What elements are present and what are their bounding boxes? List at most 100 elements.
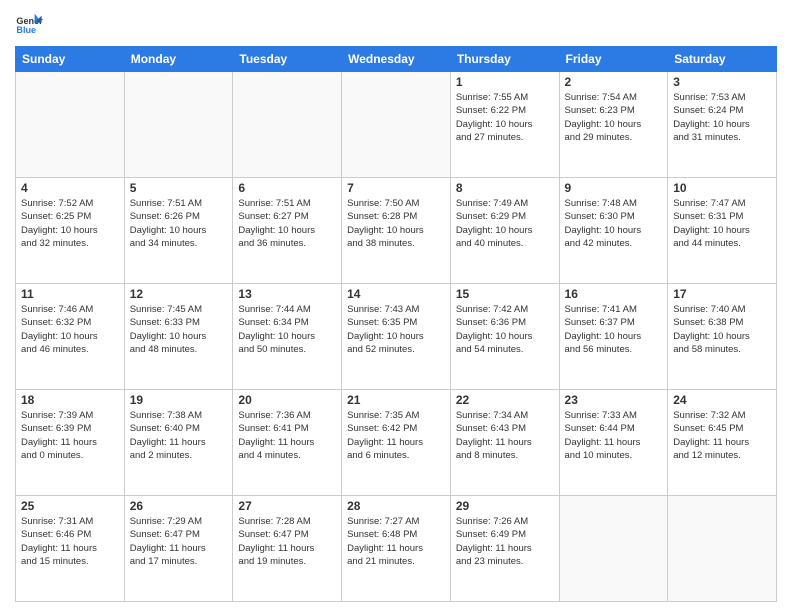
- calendar-cell: 27Sunrise: 7:28 AM Sunset: 6:47 PM Dayli…: [233, 496, 342, 602]
- day-info: Sunrise: 7:33 AM Sunset: 6:44 PM Dayligh…: [565, 409, 663, 462]
- calendar-cell: 26 Sunrise: 7:29 AM Sunset: 6:47 PM Dayli…: [124, 496, 233, 602]
- day-info: Sunrise: 7:43 AM Sunset: 6:35 PM Dayligh…: [347, 303, 445, 356]
- day-info: Sunrise: 7:29 AM Sunset: 6:47 PM Dayligh…: [130, 515, 228, 568]
- day-number: 24: [673, 393, 771, 407]
- calendar-cell: 11Sunrise: 7:46 AM Sunset: 6:32 PM Dayli…: [16, 284, 125, 390]
- day-info: Sunrise: 7:49 AM Sunset: 6:29 PM Dayligh…: [456, 197, 554, 250]
- header-thursday: Thursday: [450, 47, 559, 72]
- day-number: 10: [673, 181, 771, 195]
- day-info: Sunrise: 7:42 AM Sunset: 6:36 PM Dayligh…: [456, 303, 554, 356]
- day-info: Sunrise: 7:47 AM Sunset: 6:31 PM Dayligh…: [673, 197, 771, 250]
- header-row: SundayMondayTuesdayWednesdayThursdayFrid…: [16, 47, 777, 72]
- calendar-cell: 25 Sunrise: 7:31 AM Sunset: 6:46 PM Dayli…: [16, 496, 125, 602]
- calendar-cell: 8 Sunrise: 7:49 AM Sunset: 6:29 PM Daylig…: [450, 178, 559, 284]
- calendar-header: SundayMondayTuesdayWednesdayThursdayFrid…: [16, 47, 777, 72]
- calendar-table: SundayMondayTuesdayWednesdayThursdayFrid…: [15, 46, 777, 602]
- day-number: 21: [347, 393, 445, 407]
- calendar-cell: [668, 496, 777, 602]
- day-number: 3: [673, 75, 771, 89]
- header-tuesday: Tuesday: [233, 47, 342, 72]
- day-info: Sunrise: 7:50 AM Sunset: 6:28 PM Dayligh…: [347, 197, 445, 250]
- calendar-cell: 28 Sunrise: 7:27 AM Sunset: 6:48 PM Dayli…: [342, 496, 451, 602]
- day-number: 6: [238, 181, 336, 195]
- day-number: 1: [456, 75, 554, 89]
- calendar-cell: 10 Sunrise: 7:47 AM Sunset: 6:31 PM Dayli…: [668, 178, 777, 284]
- day-number: 9: [565, 181, 663, 195]
- calendar-cell: 24 Sunrise: 7:32 AM Sunset: 6:45 PM Dayli…: [668, 390, 777, 496]
- day-number: 7: [347, 181, 445, 195]
- calendar-cell: [16, 72, 125, 178]
- day-number: 25: [21, 499, 119, 513]
- day-info: Sunrise: 7:26 AM Sunset: 6:49 PM Dayligh…: [456, 515, 554, 568]
- day-info: Sunrise: 7:55 AM Sunset: 6:22 PM Dayligh…: [456, 91, 554, 144]
- day-number: 4: [21, 181, 119, 195]
- calendar-cell: [124, 72, 233, 178]
- day-info: Sunrise: 7:28 AM Sunset: 6:47 PM Dayligh…: [238, 515, 336, 568]
- day-info: Sunrise: 7:34 AM Sunset: 6:43 PM Dayligh…: [456, 409, 554, 462]
- day-number: 16: [565, 287, 663, 301]
- header-saturday: Saturday: [668, 47, 777, 72]
- header-sunday: Sunday: [16, 47, 125, 72]
- header-friday: Friday: [559, 47, 668, 72]
- calendar-cell: [559, 496, 668, 602]
- calendar-cell: 7 Sunrise: 7:50 AM Sunset: 6:28 PM Daylig…: [342, 178, 451, 284]
- calendar-cell: 22Sunrise: 7:34 AM Sunset: 6:43 PM Dayli…: [450, 390, 559, 496]
- calendar-cell: 21 Sunrise: 7:35 AM Sunset: 6:42 PM Dayli…: [342, 390, 451, 496]
- calendar-body: 1 Sunrise: 7:55 AM Sunset: 6:22 PM Daylig…: [16, 72, 777, 602]
- calendar-cell: 23 Sunrise: 7:33 AM Sunset: 6:44 PM Dayli…: [559, 390, 668, 496]
- calendar-cell: 1 Sunrise: 7:55 AM Sunset: 6:22 PM Daylig…: [450, 72, 559, 178]
- day-number: 17: [673, 287, 771, 301]
- day-info: Sunrise: 7:54 AM Sunset: 6:23 PM Dayligh…: [565, 91, 663, 144]
- day-info: Sunrise: 7:52 AM Sunset: 6:25 PM Dayligh…: [21, 197, 119, 250]
- week-row-0: 1 Sunrise: 7:55 AM Sunset: 6:22 PM Daylig…: [16, 72, 777, 178]
- day-info: Sunrise: 7:51 AM Sunset: 6:26 PM Dayligh…: [130, 197, 228, 250]
- calendar-cell: 5 Sunrise: 7:51 AM Sunset: 6:26 PM Daylig…: [124, 178, 233, 284]
- day-info: Sunrise: 7:45 AM Sunset: 6:33 PM Dayligh…: [130, 303, 228, 356]
- day-info: Sunrise: 7:38 AM Sunset: 6:40 PM Dayligh…: [130, 409, 228, 462]
- calendar-cell: 9 Sunrise: 7:48 AM Sunset: 6:30 PM Daylig…: [559, 178, 668, 284]
- day-number: 19: [130, 393, 228, 407]
- day-info: Sunrise: 7:39 AM Sunset: 6:39 PM Dayligh…: [21, 409, 119, 462]
- day-info: Sunrise: 7:53 AM Sunset: 6:24 PM Dayligh…: [673, 91, 771, 144]
- day-info: Sunrise: 7:46 AM Sunset: 6:32 PM Dayligh…: [21, 303, 119, 356]
- calendar-cell: 16Sunrise: 7:41 AM Sunset: 6:37 PM Dayli…: [559, 284, 668, 390]
- day-number: 18: [21, 393, 119, 407]
- calendar-cell: 20Sunrise: 7:36 AM Sunset: 6:41 PM Dayli…: [233, 390, 342, 496]
- week-row-4: 25 Sunrise: 7:31 AM Sunset: 6:46 PM Dayli…: [16, 496, 777, 602]
- day-number: 26: [130, 499, 228, 513]
- day-number: 29: [456, 499, 554, 513]
- week-row-2: 11Sunrise: 7:46 AM Sunset: 6:32 PM Dayli…: [16, 284, 777, 390]
- week-row-3: 18 Sunrise: 7:39 AM Sunset: 6:39 PM Dayli…: [16, 390, 777, 496]
- day-number: 23: [565, 393, 663, 407]
- calendar-cell: 13Sunrise: 7:44 AM Sunset: 6:34 PM Dayli…: [233, 284, 342, 390]
- calendar-cell: 15Sunrise: 7:42 AM Sunset: 6:36 PM Dayli…: [450, 284, 559, 390]
- day-info: Sunrise: 7:27 AM Sunset: 6:48 PM Dayligh…: [347, 515, 445, 568]
- calendar-cell: 6 Sunrise: 7:51 AM Sunset: 6:27 PM Daylig…: [233, 178, 342, 284]
- calendar-cell: 17Sunrise: 7:40 AM Sunset: 6:38 PM Dayli…: [668, 284, 777, 390]
- day-info: Sunrise: 7:32 AM Sunset: 6:45 PM Dayligh…: [673, 409, 771, 462]
- day-info: Sunrise: 7:31 AM Sunset: 6:46 PM Dayligh…: [21, 515, 119, 568]
- header-monday: Monday: [124, 47, 233, 72]
- day-number: 12: [130, 287, 228, 301]
- calendar-cell: 14 Sunrise: 7:43 AM Sunset: 6:35 PM Dayli…: [342, 284, 451, 390]
- day-number: 28: [347, 499, 445, 513]
- calendar-cell: [342, 72, 451, 178]
- calendar-cell: 29 Sunrise: 7:26 AM Sunset: 6:49 PM Dayli…: [450, 496, 559, 602]
- calendar-cell: 18 Sunrise: 7:39 AM Sunset: 6:39 PM Dayli…: [16, 390, 125, 496]
- calendar-cell: 2Sunrise: 7:54 AM Sunset: 6:23 PM Daylig…: [559, 72, 668, 178]
- header: General Blue: [15, 10, 777, 38]
- day-info: Sunrise: 7:51 AM Sunset: 6:27 PM Dayligh…: [238, 197, 336, 250]
- day-number: 14: [347, 287, 445, 301]
- day-number: 8: [456, 181, 554, 195]
- logo-icon: General Blue: [15, 10, 43, 38]
- day-info: Sunrise: 7:35 AM Sunset: 6:42 PM Dayligh…: [347, 409, 445, 462]
- day-info: Sunrise: 7:44 AM Sunset: 6:34 PM Dayligh…: [238, 303, 336, 356]
- day-info: Sunrise: 7:48 AM Sunset: 6:30 PM Dayligh…: [565, 197, 663, 250]
- svg-text:Blue: Blue: [16, 25, 36, 35]
- logo: General Blue: [15, 10, 43, 38]
- main-container: General Blue SundayMondayTuesdayWednesda…: [0, 0, 792, 612]
- day-number: 20: [238, 393, 336, 407]
- day-number: 5: [130, 181, 228, 195]
- header-wednesday: Wednesday: [342, 47, 451, 72]
- calendar-cell: [233, 72, 342, 178]
